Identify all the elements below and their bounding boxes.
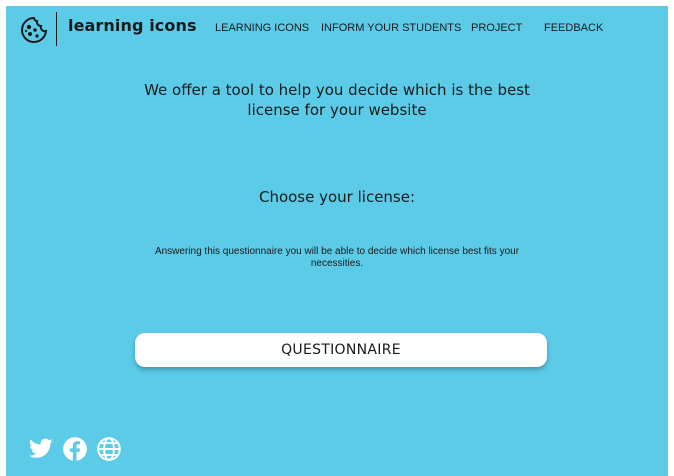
logo-divider: [56, 12, 57, 46]
page: learning icons LEARNING ICONS INFORM YOU…: [0, 0, 674, 476]
questionnaire-description: Answering this questionnaire you will be…: [6, 246, 668, 270]
nav-feedback[interactable]: FEEDBACK: [544, 22, 603, 34]
main-panel: learning icons LEARNING ICONS INFORM YOU…: [6, 6, 668, 476]
twitter-icon[interactable]: [28, 436, 54, 462]
description-line-1: Answering this questionnaire you will be…: [154, 246, 520, 257]
intro-text: We offer a tool to help you decide which…: [6, 80, 668, 120]
nav-project[interactable]: PROJECT: [471, 22, 522, 34]
description-line-2: necessities.: [310, 258, 364, 269]
brand-name[interactable]: learning icons: [68, 16, 197, 35]
questionnaire-button[interactable]: QUESTIONNAIRE: [135, 333, 547, 367]
choose-license-title: Choose your license:: [258, 188, 416, 206]
nav-learning-icons[interactable]: LEARNING ICONS: [215, 22, 309, 34]
cookie-logo-icon[interactable]: [20, 16, 48, 44]
intro-line-2: license for your website: [247, 101, 427, 119]
nav-inform-your-students[interactable]: INFORM YOUR STUDENTS: [321, 22, 461, 34]
intro-line-1: We offer a tool to help you decide which…: [144, 81, 530, 99]
facebook-icon[interactable]: [62, 436, 88, 462]
globe-icon[interactable]: [96, 436, 122, 462]
